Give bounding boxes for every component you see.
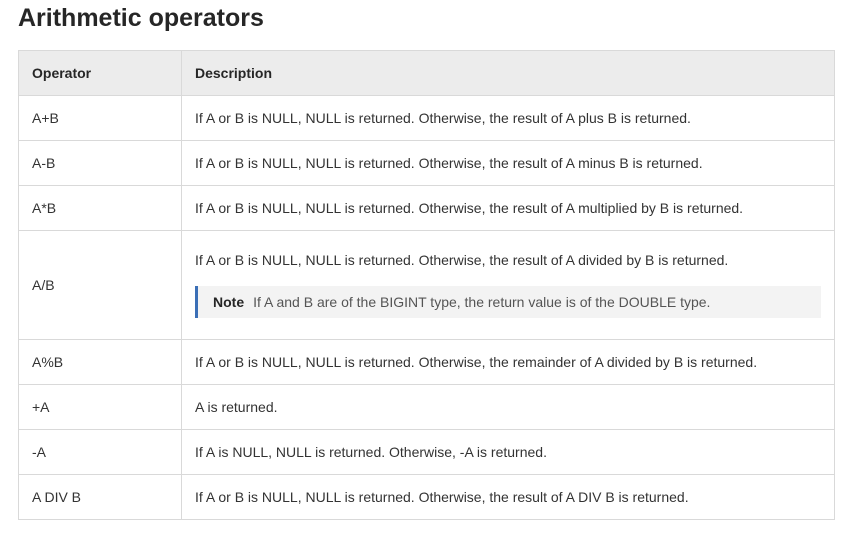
table-row: A*B If A or B is NULL, NULL is returned.… <box>18 185 835 231</box>
note-label: Note <box>213 294 245 310</box>
note-text: If A and B are of the BIGINT type, the r… <box>253 294 711 310</box>
table-row: -A If A is NULL, NULL is returned. Other… <box>18 429 835 475</box>
table-row: A DIV B If A or B is NULL, NULL is retur… <box>18 474 835 520</box>
table-row: A/B If A or B is NULL, NULL is returned.… <box>18 230 835 340</box>
description-cell: If A is NULL, NULL is returned. Otherwis… <box>181 429 835 475</box>
header-description: Description <box>181 50 835 96</box>
table-row: +A A is returned. <box>18 384 835 430</box>
note-box: Note If A and B are of the BIGINT type, t… <box>195 286 821 318</box>
operator-cell: A/B <box>18 230 182 340</box>
page-title: Arithmetic operators <box>18 4 264 32</box>
operator-cell: A+B <box>18 95 182 141</box>
table-row: A-B If A or B is NULL, NULL is returned.… <box>18 140 835 186</box>
operator-cell: A DIV B <box>18 474 182 520</box>
header-operator: Operator <box>18 50 182 96</box>
table-row: A%B If A or B is NULL, NULL is returned.… <box>18 339 835 385</box>
operator-cell: A*B <box>18 185 182 231</box>
table-header-row: Operator Description <box>18 50 835 96</box>
operator-cell: +A <box>18 384 182 430</box>
operator-cell: A%B <box>18 339 182 385</box>
operator-cell: A-B <box>18 140 182 186</box>
description-cell: If A or B is NULL, NULL is returned. Oth… <box>181 185 835 231</box>
description-cell: A is returned. <box>181 384 835 430</box>
description-cell: If A or B is NULL, NULL is returned. Oth… <box>181 140 835 186</box>
description-cell: If A or B is NULL, NULL is returned. Oth… <box>181 95 835 141</box>
description-cell: If A or B is NULL, NULL is returned. Oth… <box>181 230 835 340</box>
operator-cell: -A <box>18 429 182 475</box>
description-cell: If A or B is NULL, NULL is returned. Oth… <box>181 474 835 520</box>
description-text: If A or B is NULL, NULL is returned. Oth… <box>195 252 729 268</box>
description-cell: If A or B is NULL, NULL is returned. Oth… <box>181 339 835 385</box>
table-row: A+B If A or B is NULL, NULL is returned.… <box>18 95 835 141</box>
arithmetic-operators-table: Operator Description A+B If A or B is NU… <box>18 50 835 520</box>
